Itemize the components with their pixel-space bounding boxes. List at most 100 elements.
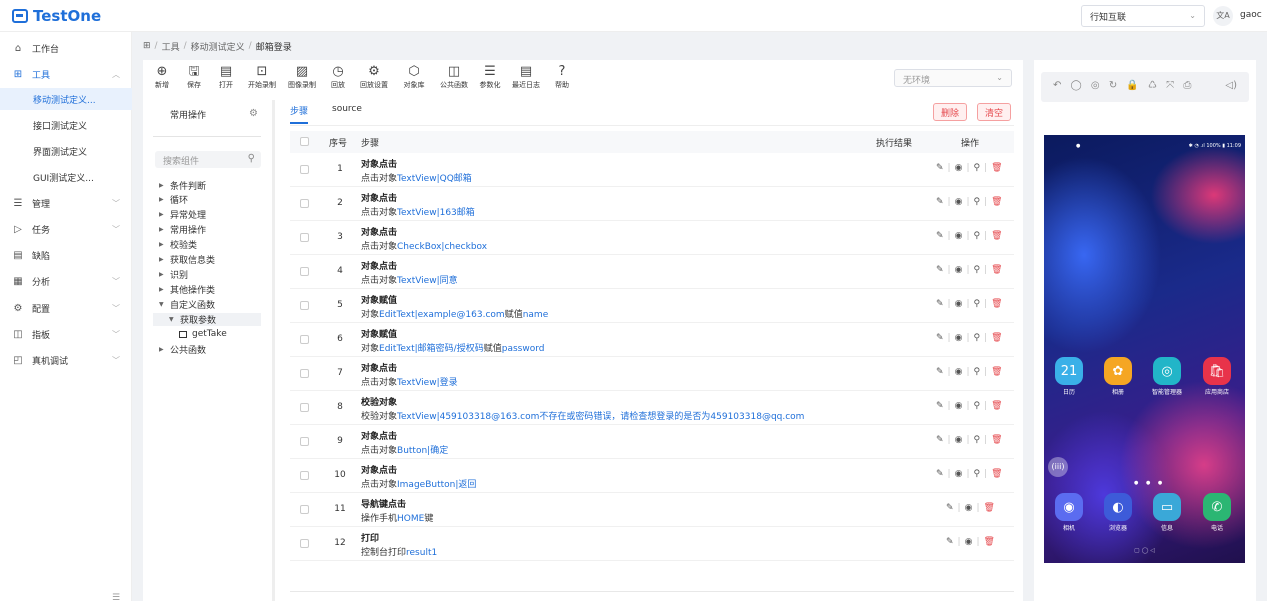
run-icon[interactable]: ◉ xyxy=(955,401,963,411)
device-control-icons[interactable]: ↶ ◯ ◎ ↻ 🔒 ♺ ⤧ ⎙ xyxy=(1053,80,1194,91)
component-panel-title[interactable]: 常用操作 xyxy=(170,108,206,121)
sidebar-subitem-api-test[interactable]: 接口测试定义 xyxy=(0,114,132,136)
step-object-link[interactable]: TextView|QQ邮箱 xyxy=(397,174,472,184)
run-icon[interactable]: ◉ xyxy=(955,197,963,207)
delete-icon[interactable]: 🗑 xyxy=(984,537,995,547)
edit-icon[interactable]: ✎ xyxy=(936,265,944,275)
edit-icon[interactable]: ✎ xyxy=(936,469,944,479)
row-checkbox[interactable] xyxy=(300,403,309,412)
app-icon[interactable]: ◎ 智能管理器 xyxy=(1150,357,1184,396)
edit-icon[interactable]: ✎ xyxy=(936,435,944,445)
breadcrumb-home-icon[interactable]: ⊞ xyxy=(143,41,151,51)
edit-icon[interactable]: ✎ xyxy=(936,367,944,377)
run-icon[interactable]: ◉ xyxy=(955,299,963,309)
tool-parameterize-button[interactable]: ☰ 参数化 xyxy=(477,64,503,96)
user-name[interactable]: gaoc xyxy=(1240,10,1262,20)
tool-recent-logs-button[interactable]: ▤ 最近日志 xyxy=(509,64,543,96)
table-row[interactable]: 7 对象点击 点击对象TextView|登录 ✎ | ◉ | ⚲ | 🗑 xyxy=(290,357,1014,391)
sidebar-item-defects[interactable]: ▤ 缺陷 xyxy=(0,245,132,265)
tree-leaf-item[interactable]: getTake xyxy=(179,328,227,340)
step-object-link[interactable]: result1 xyxy=(406,548,437,558)
collapse-sidebar-icon[interactable]: ☰ xyxy=(112,593,120,601)
app-icon[interactable]: ✆ 电话 xyxy=(1200,493,1234,532)
search-icon[interactable]: ⚲ xyxy=(974,299,981,309)
run-icon[interactable]: ◉ xyxy=(955,231,963,241)
sidebar-item-device-debug[interactable]: ◰ 真机调试 ﹀ xyxy=(0,350,132,370)
table-row[interactable]: 11 导航键点击 操作手机HOME键 ✎ | ◉ | 🗑 xyxy=(290,493,1014,527)
search-icon[interactable]: ⚲ xyxy=(974,469,981,479)
app-icon[interactable]: ▭ 信息 xyxy=(1150,493,1184,532)
delete-icon[interactable]: 🗑 xyxy=(991,299,1002,309)
step-object-link[interactable]: TextView|登录 xyxy=(397,378,458,388)
sidebar-item-tasks[interactable]: ▷ 任务 ﹀ xyxy=(0,219,132,239)
tree-item[interactable]: ▶ 异常处理 xyxy=(159,208,206,221)
search-icon[interactable]: ⚲ xyxy=(974,367,981,377)
tool-start-record-button[interactable]: ⊡ 开始录制 xyxy=(245,64,279,96)
tool-object-library-button[interactable]: ⬡ 对象库 xyxy=(397,64,431,96)
step-object-link[interactable]: ImageButton|返回 xyxy=(397,480,476,490)
run-icon[interactable]: ◉ xyxy=(955,367,963,377)
delete-icon[interactable]: 🗑 xyxy=(991,265,1002,275)
tool-add-button[interactable]: ⊕ 新增 xyxy=(149,64,175,96)
app-icon[interactable]: ◉ 相机 xyxy=(1052,493,1086,532)
edit-icon[interactable]: ✎ xyxy=(936,231,944,241)
table-row[interactable]: 12 打印 控制台打印result1 ✎ | ◉ | 🗑 xyxy=(290,527,1014,561)
select-all-checkbox[interactable] xyxy=(300,137,309,146)
delete-icon[interactable]: 🗑 xyxy=(984,503,995,513)
row-checkbox[interactable] xyxy=(300,369,309,378)
breadcrumb-item[interactable]: 工具 xyxy=(162,40,180,53)
table-row[interactable]: 3 对象点击 点击对象CheckBox|checkbox ✎ | ◉ | ⚲ | 🗑 xyxy=(290,221,1014,255)
search-icon[interactable]: ⚲ xyxy=(974,435,981,445)
environment-select[interactable]: 无环境 ⌄ xyxy=(894,69,1012,87)
step-object-link[interactable]: TextView|459103318@163.com不存在或密码错误，请检查想登… xyxy=(397,412,804,422)
row-checkbox[interactable] xyxy=(300,165,309,174)
tree-item[interactable]: ▶ 常用操作 xyxy=(159,223,206,236)
tool-help-button[interactable]: ? 帮助 xyxy=(549,64,575,96)
step-object-link[interactable]: TextView|163邮箱 xyxy=(397,208,475,218)
search-icon[interactable]: ⚲ xyxy=(974,401,981,411)
run-icon[interactable]: ◉ xyxy=(965,503,973,513)
row-checkbox[interactable] xyxy=(300,539,309,548)
tool-public-functions-button[interactable]: ◫ 公共函数 xyxy=(437,64,471,96)
app-icon[interactable]: 🛍 应用商店 xyxy=(1200,357,1234,396)
floating-assist-icon[interactable]: (iii) xyxy=(1048,457,1068,477)
edit-icon[interactable]: ✎ xyxy=(936,299,944,309)
table-row[interactable]: 4 对象点击 点击对象TextView|同意 ✎ | ◉ | ⚲ | 🗑 xyxy=(290,255,1014,289)
row-checkbox[interactable] xyxy=(300,471,309,480)
search-icon[interactable]: ⚲ xyxy=(974,265,981,275)
app-icon[interactable]: ◐ 浏览器 xyxy=(1101,493,1135,532)
table-row[interactable]: 2 对象点击 点击对象TextView|163邮箱 ✎ | ◉ | ⚲ | 🗑 xyxy=(290,187,1014,221)
edit-icon[interactable]: ✎ xyxy=(936,333,944,343)
run-icon[interactable]: ◉ xyxy=(955,163,963,173)
step-param-link[interactable]: password xyxy=(502,344,545,354)
table-row[interactable]: 5 对象赋值 对象EditText|example@163.com赋值name ✎ | ◉… xyxy=(290,289,1014,323)
sidebar-item-workbench[interactable]: ⌂ 工作台 xyxy=(0,38,132,58)
delete-icon[interactable]: 🗑 xyxy=(991,435,1002,445)
tree-item[interactable]: ▶ 公共函数 xyxy=(159,343,206,356)
sidebar-item-manage[interactable]: ☰ 管理 ﹀ xyxy=(0,193,132,213)
edit-icon[interactable]: ✎ xyxy=(936,197,944,207)
edit-icon[interactable]: ✎ xyxy=(936,401,944,411)
tree-item[interactable]: ▶ 校验类 xyxy=(159,238,197,251)
row-checkbox[interactable] xyxy=(300,505,309,514)
row-checkbox[interactable] xyxy=(300,437,309,446)
delete-icon[interactable]: 🗑 xyxy=(991,163,1002,173)
sidebar-item-tools[interactable]: ⊞ 工具 ︿ xyxy=(0,64,132,84)
sidebar-item-board[interactable]: ◫ 指板 ﹀ xyxy=(0,324,132,344)
step-object-link[interactable]: EditText|example@163.com xyxy=(379,310,505,320)
delete-icon[interactable]: 🗑 xyxy=(991,367,1002,377)
row-checkbox[interactable] xyxy=(300,233,309,242)
tool-replay-button[interactable]: ◷ 回放 xyxy=(325,64,351,96)
step-param-link[interactable]: name xyxy=(523,310,549,320)
delete-icon[interactable]: 🗑 xyxy=(991,469,1002,479)
app-icon[interactable]: ✿ 相册 xyxy=(1101,357,1135,396)
table-row[interactable]: 8 校验对象 校验对象TextView|459103318@163.com不存在或密… xyxy=(290,391,1014,425)
translate-icon[interactable]: 文A xyxy=(1213,6,1233,26)
tab-source[interactable]: source xyxy=(332,104,362,124)
run-icon[interactable]: ◉ xyxy=(955,469,963,479)
step-object-link[interactable]: EditText|邮箱密码/授权码 xyxy=(379,344,484,354)
search-icon[interactable]: ⚲ xyxy=(974,333,981,343)
edit-icon[interactable]: ✎ xyxy=(936,163,944,173)
sidebar-subitem-gui-test[interactable]: GUI测试定义... xyxy=(0,166,132,188)
logo[interactable]: TestOne xyxy=(12,6,101,26)
